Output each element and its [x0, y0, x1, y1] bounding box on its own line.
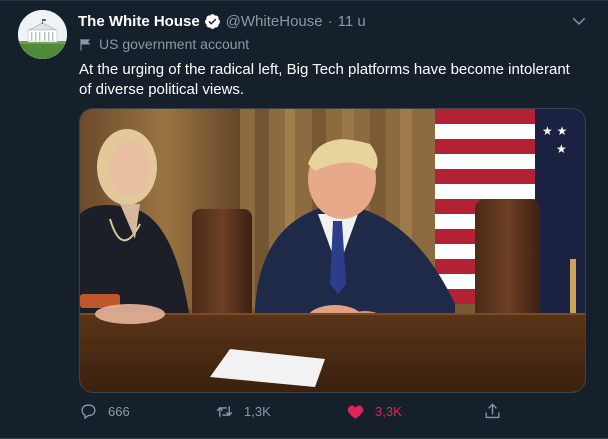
account-label-text: US government account: [99, 36, 250, 52]
video-frame-image: ★ ★ ★: [80, 109, 585, 392]
flag-icon: [80, 38, 91, 51]
separator: ·: [327, 12, 333, 30]
handle[interactable]: @WhiteHouse: [226, 13, 323, 30]
retweet-icon: [216, 406, 233, 417]
heart-icon: [347, 405, 364, 419]
display-name[interactable]: The White House: [78, 13, 200, 30]
share-icon: [485, 403, 500, 419]
svg-text:★: ★: [556, 142, 567, 156]
tweet-actions: 666 1,3K 3,3K: [79, 402, 500, 424]
retweet-button[interactable]: 1,3K: [215, 402, 271, 421]
reply-icon: [81, 404, 96, 419]
reply-count: 666: [108, 404, 130, 419]
divider: [0, 0, 608, 1]
svg-text:★ ★: ★ ★: [542, 124, 567, 138]
tweet-text: At the urging of the radical left, Big T…: [79, 61, 570, 98]
account-label: US government account: [79, 36, 249, 52]
like-count: 3,3K: [375, 404, 402, 419]
verified-badge-icon: [204, 13, 220, 29]
tweet-header: The White House @WhiteHouse · 11 u: [78, 10, 366, 32]
avatar[interactable]: [18, 10, 67, 59]
share-button[interactable]: [483, 402, 512, 421]
reply-button[interactable]: 666: [79, 402, 130, 421]
video-thumbnail[interactable]: ★ ★ ★: [79, 108, 586, 393]
like-button[interactable]: 3,3K: [346, 402, 402, 421]
tweet-card[interactable]: The White House @WhiteHouse · 11 u US go…: [0, 0, 608, 439]
retweet-count: 1,3K: [244, 404, 271, 419]
chevron-down-icon[interactable]: [570, 12, 588, 30]
white-house-logo: [18, 10, 67, 59]
timestamp[interactable]: 11 u: [338, 13, 366, 30]
